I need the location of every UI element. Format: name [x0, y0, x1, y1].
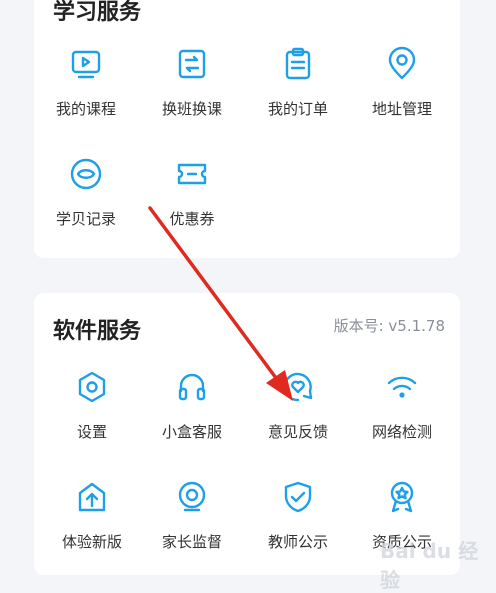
headset-icon	[178, 373, 206, 401]
award-badge-icon	[390, 481, 414, 513]
my-orders-item[interactable]: 我的订单	[246, 46, 350, 119]
clipboard-icon	[285, 47, 311, 80]
switch-class-label: 换班换课	[161, 100, 222, 118]
camera-monitor-icon	[178, 481, 206, 512]
teacher-disclosure-item[interactable]: 教师公示	[246, 479, 350, 552]
settings-label: 设置	[76, 423, 107, 441]
address-management-item[interactable]: 地址管理	[350, 46, 454, 119]
software-services-title: 软件服务	[53, 319, 142, 344]
study-services-title: 学习服务	[53, 0, 142, 25]
my-orders-label: 我的订单	[267, 100, 328, 118]
try-new-version-label: 体验新版	[61, 533, 122, 551]
study-services-card: 学习服务 我的课程 换班换课 我的订单 地址管理 学贝记录 优惠券	[34, 0, 460, 258]
location-pin-icon	[388, 46, 416, 80]
my-courses-label: 我的课程	[55, 100, 116, 118]
software-services-card: 软件服务 版本号: v5.1.78 设置 小盒客服 意见反馈 网络检测 体验新版…	[34, 293, 460, 575]
settings-item[interactable]: 设置	[40, 369, 144, 442]
teacher-disclosure-label: 教师公示	[267, 533, 328, 551]
try-new-version-item[interactable]: 体验新版	[40, 479, 144, 552]
play-screen-icon	[71, 50, 101, 79]
xuebei-record-label: 学贝记录	[55, 210, 116, 228]
network-check-item[interactable]: 网络检测	[350, 369, 454, 442]
parent-monitoring-label: 家长监督	[161, 533, 222, 551]
coupon-item[interactable]: 优惠券	[140, 156, 244, 229]
address-management-label: 地址管理	[371, 100, 432, 118]
feedback-heart-icon	[283, 372, 313, 402]
qualification-disclosure-item[interactable]: 资质公示	[350, 479, 454, 552]
feedback-label: 意见反馈	[267, 423, 328, 441]
coin-icon	[70, 158, 102, 190]
version-number: 版本号: v5.1.78	[333, 317, 445, 335]
swap-icon	[178, 49, 206, 79]
qualification-disclosure-label: 资质公示	[371, 533, 432, 551]
wifi-icon	[387, 376, 417, 398]
customer-service-label: 小盒客服	[161, 423, 222, 441]
shield-check-icon	[284, 481, 312, 513]
coupon-label: 优惠券	[169, 210, 215, 228]
customer-service-item[interactable]: 小盒客服	[140, 369, 244, 442]
network-check-label: 网络检测	[371, 423, 432, 441]
feedback-item[interactable]: 意见反馈	[246, 369, 350, 442]
xuebei-record-item[interactable]: 学贝记录	[34, 156, 138, 229]
switch-class-item[interactable]: 换班换课	[140, 46, 244, 119]
my-courses-item[interactable]: 我的课程	[34, 46, 138, 119]
ticket-icon	[177, 163, 207, 185]
hexagon-settings-icon	[78, 371, 106, 403]
parent-monitoring-item[interactable]: 家长监督	[140, 479, 244, 552]
new-version-upload-icon	[78, 482, 106, 512]
